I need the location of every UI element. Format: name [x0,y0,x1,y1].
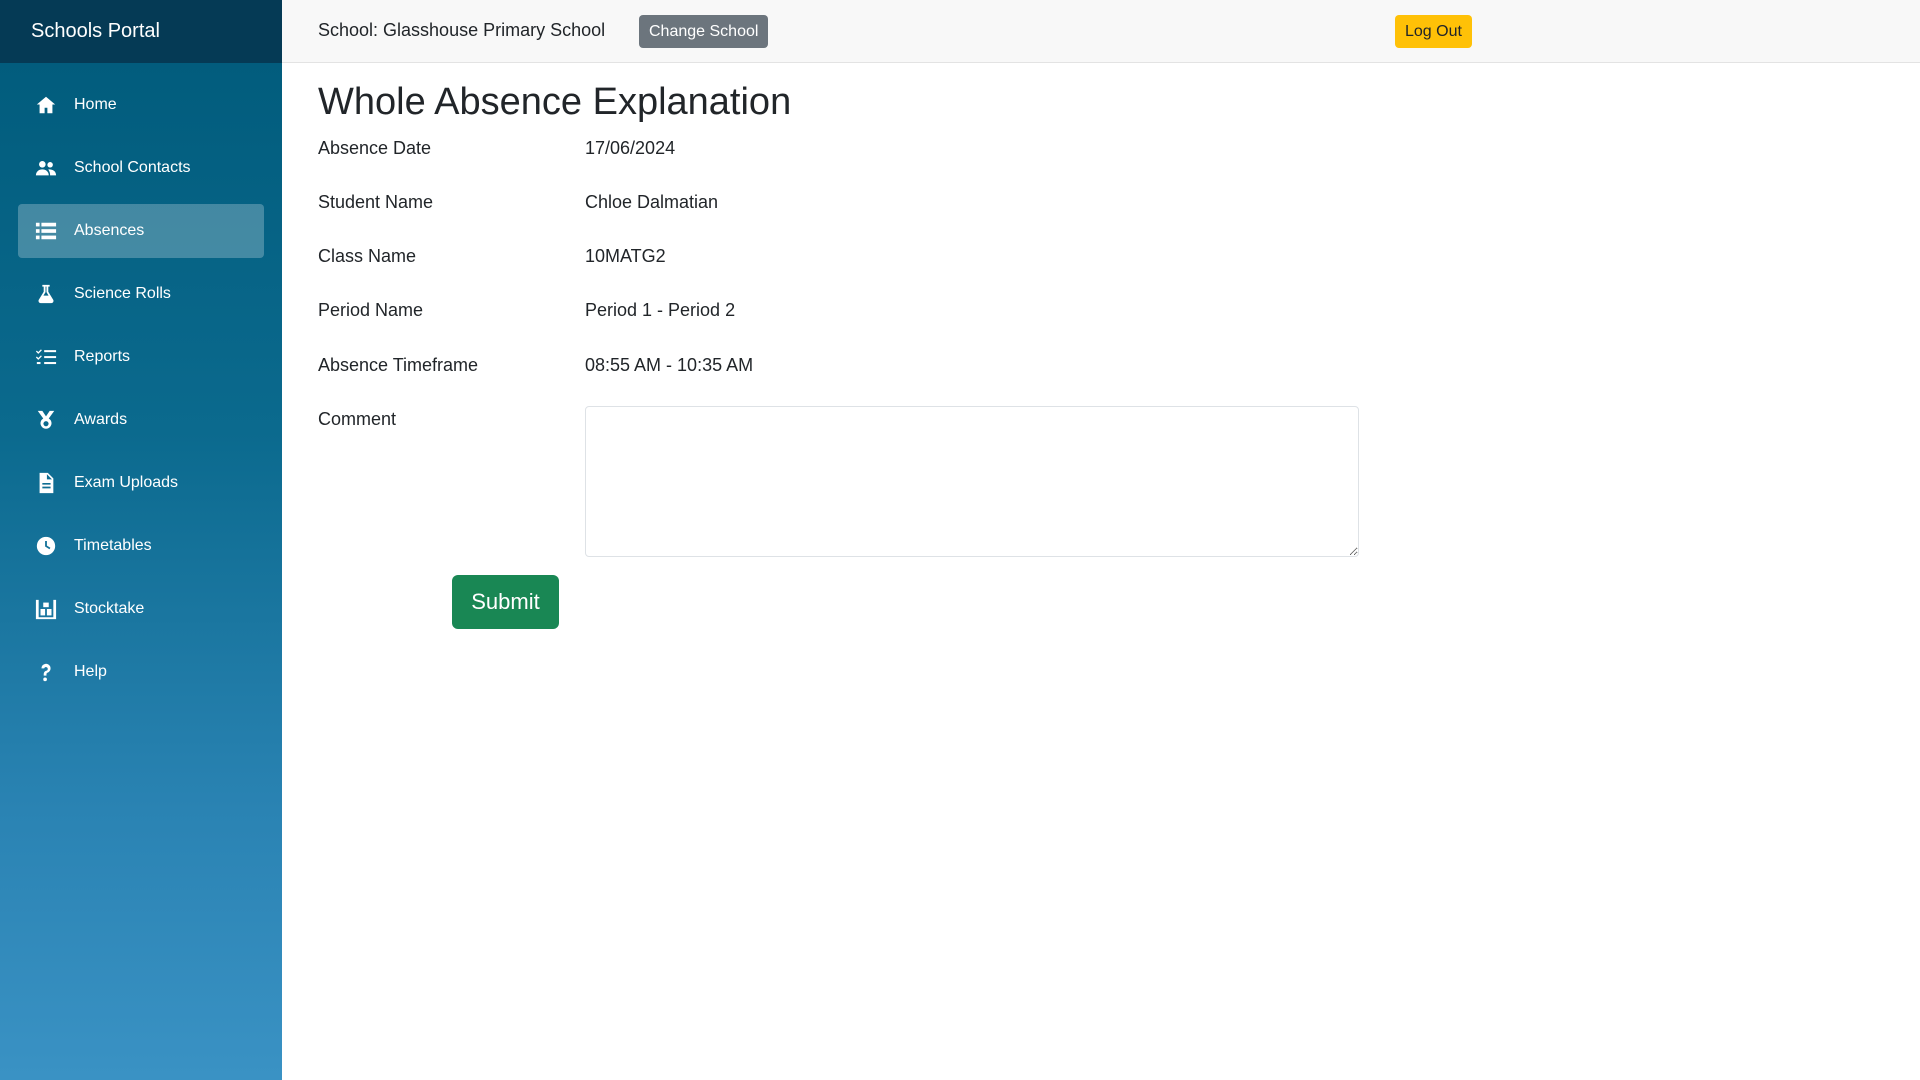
file-icon [35,472,57,494]
submit-button[interactable]: Submit [452,575,559,629]
question-icon [35,661,57,683]
sidebar-item-awards[interactable]: Awards [18,393,264,447]
sidebar-item-stocktake[interactable]: Stocktake [18,582,264,636]
sidebar-item-label: Help [74,663,107,680]
absence-timeframe-value: 08:55 AM - 10:35 AM [585,355,754,375]
sidebar-item-timetables[interactable]: Timetables [18,519,264,573]
sidebar-item-label: Reports [74,348,131,365]
change-school-button[interactable]: Change School [639,15,769,48]
absence-date-label: Absence Date [318,138,432,158]
brand-title[interactable]: Schools Portal [0,0,282,63]
users-icon [35,157,57,179]
sidebar-item-science-rolls[interactable]: Science Rolls [18,267,264,321]
checklist-icon [35,346,57,368]
sidebar-item-label: Science Rolls [74,285,171,302]
clock-icon [35,535,57,557]
flask-icon [35,283,57,305]
page-title: Whole Absence Explanation [318,81,792,123]
logout-button[interactable]: Log Out [1395,15,1472,48]
sidebar-item-label: Home [74,96,117,113]
top-bar: School: Glasshouse Primary School Change… [282,0,1920,63]
sidebar-item-exam-uploads[interactable]: Exam Uploads [18,456,264,510]
absence-timeframe-label: Absence Timeframe [318,355,479,375]
sidebar-item-label: Timetables [74,537,152,554]
sidebar-item-help[interactable]: Help [18,645,264,699]
student-name-value: Chloe Dalmatian [585,192,719,212]
sidebar-item-home[interactable]: Home [18,78,264,132]
class-name-value: 10MATG2 [585,246,666,266]
sidebar-item-reports[interactable]: Reports [18,330,264,384]
list-icon [35,220,57,242]
sidebar-item-school-contacts[interactable]: School Contacts [18,141,264,195]
sidebar: Schools Portal Home School Contacts Abse… [0,0,282,1080]
sidebar-nav: Home School Contacts Absences Science Ro… [0,63,282,699]
comment-textarea[interactable] [585,406,1359,557]
period-name-value: Period 1 - Period 2 [585,300,736,320]
sidebar-item-label: Awards [74,411,128,428]
medal-icon [35,409,57,431]
class-name-label: Class Name [318,246,417,266]
warehouse-icon [35,598,57,620]
sidebar-item-label: Stocktake [74,600,145,617]
sidebar-item-label: School Contacts [74,159,191,176]
current-school-label: School: Glasshouse Primary School [318,20,606,40]
sidebar-item-label: Absences [74,222,145,239]
period-name-label: Period Name [318,300,424,320]
sidebar-item-absences[interactable]: Absences [18,204,264,258]
sidebar-item-label: Exam Uploads [74,474,179,491]
home-icon [35,94,57,116]
comment-label: Comment [318,409,397,429]
student-name-label: Student Name [318,192,434,212]
absence-date-value: 17/06/2024 [585,138,676,158]
